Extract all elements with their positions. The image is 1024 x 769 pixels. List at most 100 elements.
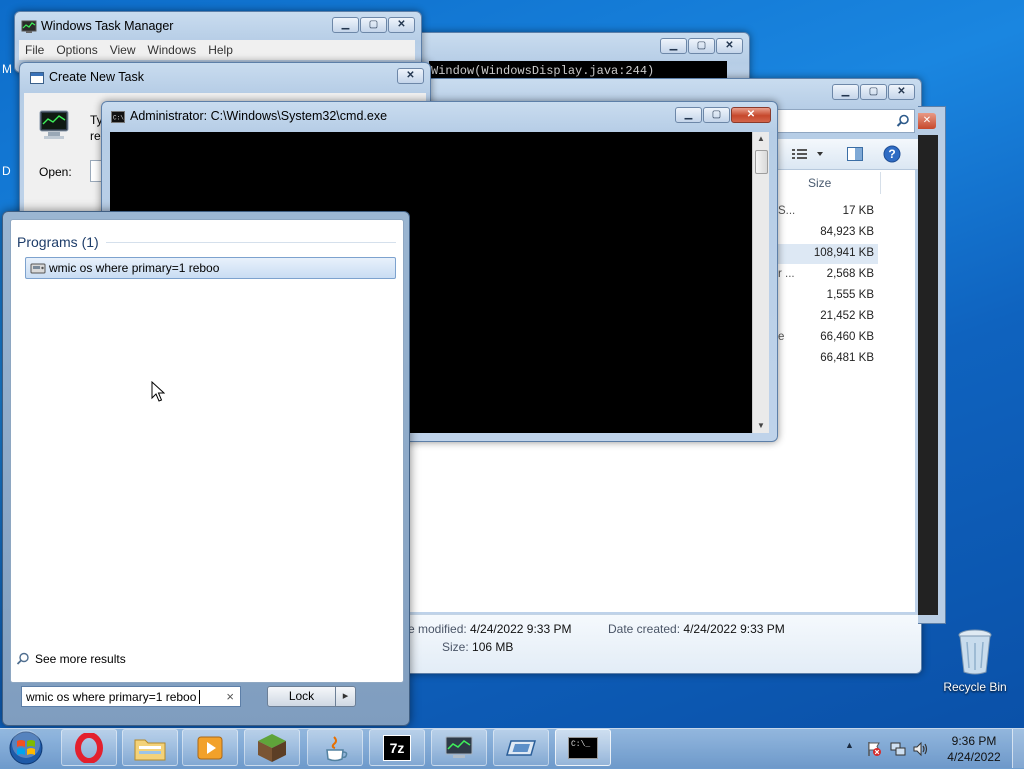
view-options-icon[interactable] [791,147,825,161]
console-text: Window(WindowsDisplay.java:244) [431,64,655,78]
7zip-icon: 7z [383,734,411,761]
close-button[interactable]: ✕ [888,84,915,100]
cmd-title: Administrator: C:\Windows\System32\cmd.e… [130,109,388,123]
search-icon[interactable] [896,114,910,128]
dialog-text-fragment: re [90,129,101,143]
taskbar-media-player[interactable] [182,729,238,766]
file-explorer-icon [134,739,166,760]
taskbar-task-manager[interactable] [431,729,487,766]
chevron-right-icon: ▸ [342,690,349,702]
created-label: Date created: [608,622,681,636]
size-value: 106 MB [472,640,514,654]
taskbar-java[interactable] [307,729,363,766]
start-orb-icon [9,730,43,765]
column-divider [880,172,881,194]
taskbar-minecraft[interactable] [244,729,300,766]
details-size: Size: 106 MB [442,640,513,654]
lock-button-label: Lock [288,689,315,703]
minimize-button[interactable]: ▁ [832,84,859,100]
program-item-label: wmic os where primary=1 reboo [49,261,220,275]
close-button[interactable]: ✕ [918,113,936,129]
taskbar-7zip[interactable]: 7z [369,729,425,766]
close-button[interactable]: ✕ [716,38,743,54]
text-caret [199,690,200,704]
menu-file[interactable]: File [19,40,50,60]
menu-help[interactable]: Help [202,40,239,60]
program-result-item[interactable]: wmic os where primary=1 reboo [25,257,396,279]
minimize-button[interactable]: ▁ [660,38,687,54]
clock-date: 4/24/2022 [947,750,1001,764]
create-task-title: Create New Task [49,70,144,84]
lock-button[interactable]: Lock [267,686,336,707]
cmd-scrollbar[interactable]: ▲ ▼ [752,132,769,433]
start-search-input[interactable]: wmic os where primary=1 reboo × [21,686,241,707]
clear-search-icon[interactable]: × [226,689,234,704]
network-icon [506,739,536,756]
program-icon [30,263,46,274]
modified-value: 4/24/2022 9:33 PM [470,622,572,636]
start-menu [2,211,410,726]
run-program-icon [39,110,69,139]
close-button[interactable]: ✕ [388,17,415,33]
search-icon [16,652,29,665]
svg-text:?: ? [888,147,895,161]
maximize-button[interactable]: ▢ [688,38,715,54]
start-menu-results-pane [10,219,404,683]
minimize-button[interactable]: ▁ [332,17,359,33]
taskbar-explorer[interactable] [122,729,178,766]
java-icon [326,735,348,761]
menu-bar: File Options View Windows Help [19,40,415,60]
taskbar-cmd[interactable]: C:\_ [555,729,611,766]
desktop-edge-letter: M [2,62,12,76]
window-icon [30,72,44,84]
truncated-cell: S... [778,205,796,217]
preview-pane-icon[interactable] [847,147,863,161]
taskbar-network[interactable] [493,729,549,766]
desktop-edge-letter: D [2,164,11,178]
menu-view[interactable]: View [104,40,142,60]
size-column-header[interactable]: Size [808,176,831,190]
explorer-search-box[interactable] [777,109,915,133]
menu-options[interactable]: Options [50,40,103,60]
modified-label: e modified: [408,622,467,636]
svg-text:C:\: C:\ [113,115,124,122]
task-manager-title: Windows Task Manager [41,19,174,33]
background-window-edge: ✕ [918,106,946,624]
scroll-thumb[interactable] [755,150,768,174]
opera-icon [75,732,103,763]
show-desktop-button[interactable] [1012,729,1024,768]
menu-windows[interactable]: Windows [142,40,203,60]
details-created: Date created: 4/24/2022 9:33 PM [608,622,785,636]
close-button[interactable]: ✕ [397,68,424,84]
minecraft-icon [258,733,286,762]
maximize-button[interactable]: ▢ [360,17,387,33]
volume-icon[interactable] [913,741,929,757]
maximize-button[interactable]: ▢ [703,107,730,123]
recycle-bin[interactable]: Recycle Bin [940,628,1010,700]
7zip-label: 7z [389,739,405,756]
show-hidden-icons-button[interactable]: ▲ [845,740,854,750]
start-button[interactable] [6,730,46,766]
minimize-button[interactable]: ▁ [675,107,702,123]
network-status-icon[interactable] [890,741,906,757]
taskbar-opera[interactable] [61,729,117,766]
lock-options-button[interactable]: ▸ [335,686,356,707]
scroll-up-arrow[interactable]: ▲ [753,134,769,143]
programs-divider [106,242,396,243]
action-center-icon[interactable] [866,741,882,757]
search-input-value: wmic os where primary=1 reboo [26,690,197,704]
see-more-label: See more results [35,652,126,666]
maximize-button[interactable]: ▢ [860,84,887,100]
clock[interactable]: 9:36 PM 4/24/2022 [942,733,1006,765]
close-button[interactable]: ✕ [731,107,771,123]
truncated-cell: r ... [778,268,795,280]
task-manager-icon [21,20,37,33]
cmd-icon-label: C:\_ [571,739,591,749]
recycle-bin-icon [958,629,992,675]
task-manager-icon [445,736,473,758]
help-icon[interactable]: ? [883,145,901,163]
scroll-down-arrow[interactable]: ▼ [753,421,769,430]
cmd-icon: C:\ [111,111,125,123]
dark-content [918,135,938,615]
media-player-icon [197,736,223,759]
